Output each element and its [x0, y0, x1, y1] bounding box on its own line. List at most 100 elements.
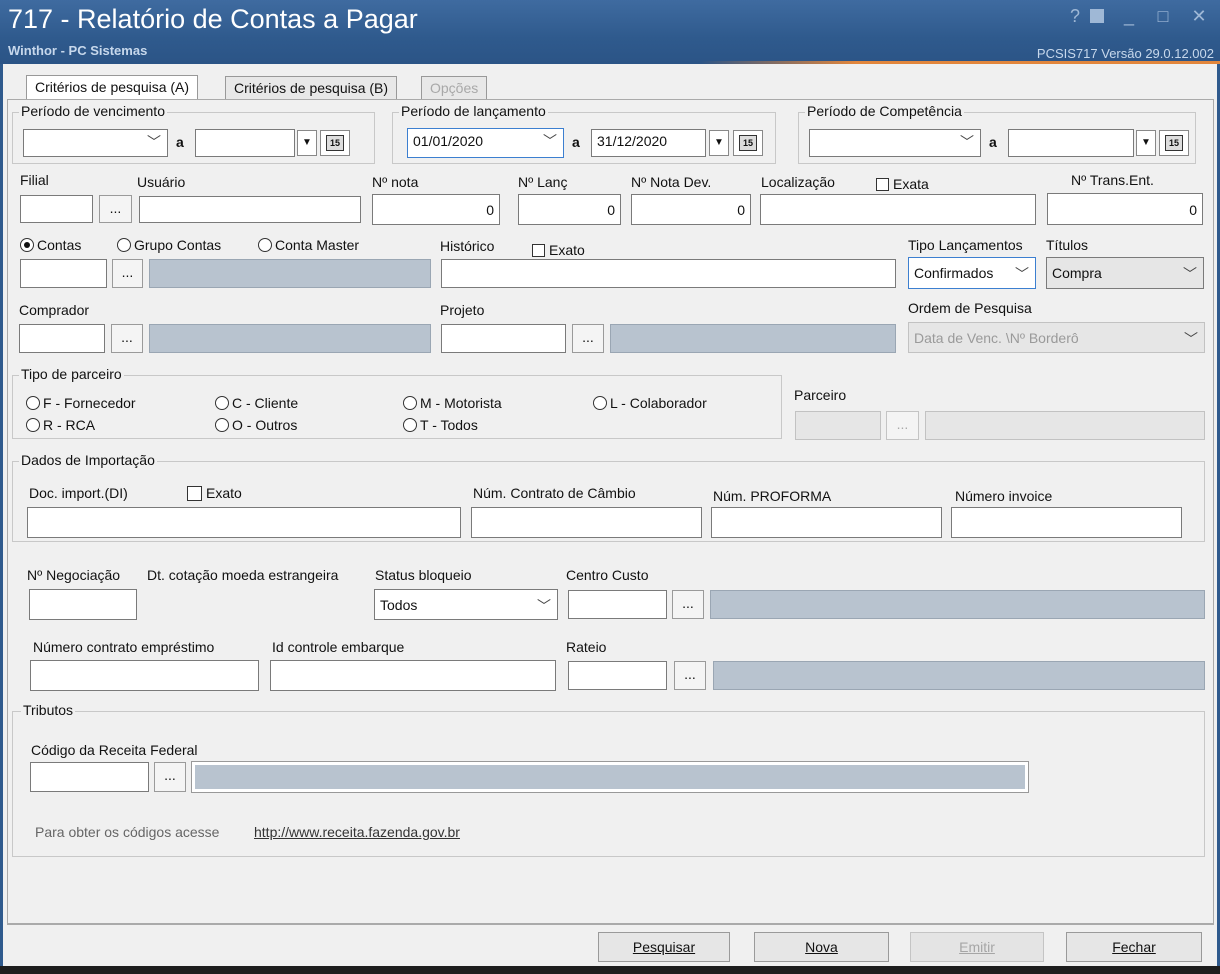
- radio-outros-label: O - Outros: [232, 417, 298, 433]
- ordem-pesquisa-select[interactable]: Data de Venc. \Nº Borderô ﹀: [908, 322, 1205, 353]
- receita-field[interactable]: [30, 762, 149, 792]
- comprador-field[interactable]: [19, 324, 105, 353]
- titulos-value: Compra: [1052, 265, 1102, 281]
- projeto-lookup-button[interactable]: ...: [572, 324, 604, 353]
- vencimento-calendar-button[interactable]: 15: [320, 130, 350, 156]
- ordem-pesquisa-value: Data de Venc. \Nº Borderô: [914, 330, 1079, 346]
- embarque-field[interactable]: [270, 660, 556, 691]
- radio-circle: [593, 396, 607, 410]
- radio-cliente[interactable]: C - Cliente: [215, 395, 298, 411]
- receita-link[interactable]: http://www.receita.fazenda.gov.br: [254, 824, 460, 840]
- localizacao-label: Localização: [761, 174, 835, 190]
- radio-contas[interactable]: Contas: [20, 237, 81, 253]
- tab-opcoes[interactable]: Opções: [421, 76, 488, 99]
- receita-label: Código da Receita Federal: [31, 742, 198, 758]
- titulos-label: Títulos: [1046, 237, 1089, 253]
- maximize-button[interactable]: □: [1150, 6, 1176, 27]
- titulos-select[interactable]: Compra ﹀: [1046, 257, 1204, 289]
- nova-button[interactable]: Nova: [754, 932, 889, 962]
- comprador-label: Comprador: [19, 302, 90, 318]
- taskbar-strip: [0, 966, 1220, 974]
- competencia-dropdown-button[interactable]: ▼: [1136, 130, 1156, 156]
- receita-lookup-button[interactable]: ...: [154, 762, 186, 792]
- radio-circle: [20, 238, 34, 252]
- emprestimo-label: Número contrato empréstimo: [33, 639, 215, 655]
- exato-checkbox[interactable]: Exato: [532, 242, 585, 258]
- competencia-calendar-button[interactable]: 15: [1159, 130, 1189, 156]
- tipo-lancamentos-value: Confirmados: [914, 265, 994, 281]
- parceiro-field[interactable]: [795, 411, 881, 440]
- centro-custo-lookup-button[interactable]: ...: [672, 590, 704, 619]
- contrato-cambio-field[interactable]: [471, 507, 702, 538]
- lancamento-dropdown-button[interactable]: ▼: [709, 130, 729, 156]
- chevron-down-icon: ﹀: [960, 134, 974, 150]
- competencia-to-field[interactable]: [1008, 129, 1134, 157]
- status-bloqueio-value: Todos: [380, 597, 418, 613]
- emitir-button[interactable]: Emitir: [910, 932, 1044, 962]
- fechar-button[interactable]: Fechar: [1066, 932, 1202, 962]
- contrato-cambio-label: Núm. Contrato de Câmbio: [473, 485, 636, 501]
- competencia-from-select[interactable]: ﹀: [809, 129, 981, 157]
- radio-circle: [215, 418, 229, 432]
- radio-circle: [117, 238, 131, 252]
- lancamento-to-field[interactable]: 31/12/2020: [591, 129, 706, 157]
- conta-field[interactable]: [20, 259, 107, 288]
- vencimento-dropdown-button[interactable]: ▼: [297, 130, 317, 156]
- invoice-field[interactable]: [951, 507, 1182, 538]
- conta-lookup-button[interactable]: ...: [112, 259, 143, 288]
- exata-checkbox[interactable]: Exata: [876, 176, 929, 192]
- radio-motorista[interactable]: M - Motorista: [403, 395, 502, 411]
- tab-criterios-a[interactable]: Critérios de pesquisa (A): [26, 75, 199, 100]
- chevron-down-icon: ﹀: [543, 133, 557, 149]
- rateio-field[interactable]: [568, 661, 667, 690]
- emprestimo-field[interactable]: [30, 660, 259, 691]
- close-button[interactable]: ✕: [1186, 6, 1212, 27]
- historico-field[interactable]: [441, 259, 896, 288]
- comprador-lookup-button[interactable]: ...: [111, 324, 143, 353]
- usuario-label: Usuário: [137, 174, 186, 190]
- minimize-button[interactable]: _: [1116, 6, 1142, 27]
- radio-outros[interactable]: O - Outros: [215, 417, 297, 433]
- parceiro-lookup-button[interactable]: ...: [886, 411, 919, 440]
- emitir-label: Emitir: [959, 939, 995, 955]
- vencimento-to-field[interactable]: [195, 129, 295, 157]
- tab-criterios-b[interactable]: Critérios de pesquisa (B): [225, 76, 398, 99]
- nota-field[interactable]: 0: [372, 194, 500, 225]
- radio-fornecedor[interactable]: F - Fornecedor: [26, 395, 136, 411]
- restore-icon[interactable]: [1090, 9, 1104, 23]
- lanc-field[interactable]: 0: [518, 194, 621, 225]
- status-bloqueio-select[interactable]: Todos ﹀: [374, 589, 558, 620]
- comprador-description-field: [149, 324, 431, 353]
- doc-import-field[interactable]: [27, 507, 461, 538]
- lancamento-calendar-button[interactable]: 15: [733, 130, 763, 156]
- radio-conta-master[interactable]: Conta Master: [258, 237, 359, 253]
- proforma-field[interactable]: [711, 507, 942, 538]
- usuario-field[interactable]: [139, 196, 361, 223]
- radio-grupo-contas[interactable]: Grupo Contas: [117, 237, 221, 253]
- negociacao-field[interactable]: [29, 589, 137, 620]
- doc-exato-checkbox[interactable]: Exato: [187, 485, 242, 501]
- lancamento-from-select[interactable]: 01/01/2020 ﹀: [407, 128, 564, 158]
- checkbox-box: [187, 485, 202, 501]
- radio-todos[interactable]: T - Todos: [403, 417, 478, 433]
- tipo-lancamentos-select[interactable]: Confirmados ﹀: [908, 257, 1036, 289]
- radio-fornecedor-label: F - Fornecedor: [43, 395, 136, 411]
- centro-custo-field[interactable]: [568, 590, 667, 619]
- nota-dev-field[interactable]: 0: [631, 194, 751, 225]
- rateio-lookup-button[interactable]: ...: [674, 661, 706, 690]
- radio-rca-label: R - RCA: [43, 417, 96, 433]
- projeto-field[interactable]: [441, 324, 566, 353]
- help-icon[interactable]: ?: [1062, 6, 1088, 27]
- doc-exato-label: Exato: [206, 485, 242, 501]
- filial-lookup-button[interactable]: ...: [99, 195, 132, 223]
- pesquisar-button[interactable]: Pesquisar: [598, 932, 730, 962]
- projeto-description-field: [610, 324, 896, 353]
- vencimento-from-select[interactable]: ﹀: [23, 129, 168, 157]
- calendar-icon: 15: [1165, 135, 1183, 151]
- filial-field[interactable]: [20, 195, 93, 223]
- radio-colaborador[interactable]: L - Colaborador: [593, 395, 707, 411]
- radio-rca[interactable]: R - RCA: [26, 417, 95, 433]
- localizacao-field[interactable]: [760, 194, 1036, 225]
- centro-custo-description-field: [710, 590, 1205, 619]
- trans-field[interactable]: 0: [1047, 193, 1203, 225]
